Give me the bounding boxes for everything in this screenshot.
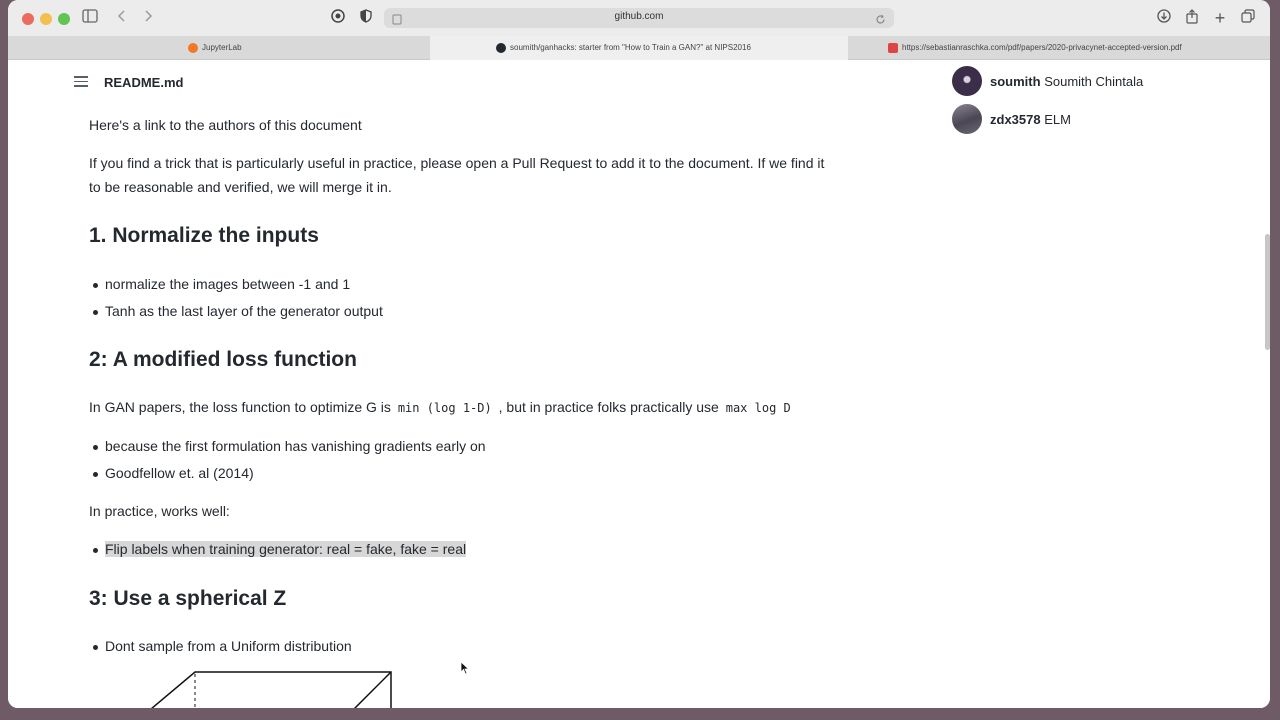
reload-icon[interactable]: [875, 12, 886, 24]
minimize-window-button[interactable]: [40, 13, 52, 25]
share-icon[interactable]: [1182, 9, 1202, 27]
browser-toolbar: github.com +: [8, 0, 1270, 36]
jupyter-icon: [188, 42, 198, 53]
address-bar[interactable]: github.com: [384, 8, 894, 28]
contributor-name: Soumith Chintala: [1044, 74, 1144, 89]
avatar: [952, 104, 982, 134]
tab-ganhacks[interactable]: soumith/ganhacks: starter from "How to T…: [430, 36, 848, 60]
sidebar-toggle-icon[interactable]: [80, 9, 100, 27]
shield-icon[interactable]: [356, 9, 376, 27]
downloads-icon[interactable]: [1154, 9, 1174, 27]
heading-spherical-z: 3: Use a spherical Z: [89, 587, 287, 610]
trick-paragraph-line1: If you find a trick that is particularly…: [89, 155, 825, 171]
loss-paragraph: In GAN papers, the loss function to opti…: [89, 395, 794, 420]
back-icon[interactable]: [112, 9, 132, 27]
authors-link-paragraph: Here's a link to the authors of this doc…: [89, 117, 362, 133]
list-item: normalize the images between -1 and 1: [92, 276, 351, 292]
tab-jupyterlab[interactable]: JupyterLab: [8, 36, 430, 60]
cube-figure: [151, 671, 392, 708]
pdf-icon: [888, 42, 898, 53]
trick-paragraph-line2: to be reasonable and verified, we will m…: [89, 179, 392, 195]
avatar: [952, 66, 982, 96]
browser-window: github.com + JupyterLab soumith/ganhacks…: [8, 0, 1270, 708]
list-item: Dont sample from a Uniform distribution: [93, 638, 352, 654]
readme-title: README.md: [104, 75, 184, 90]
zoom-window-button[interactable]: [58, 13, 70, 25]
scrollbar[interactable]: [1265, 234, 1270, 350]
mouse-cursor-icon: [460, 661, 470, 675]
code-max-log: max log D: [725, 401, 791, 415]
list-item: Goodfellow et. al (2014): [93, 465, 254, 481]
contributor-name: ELM: [1044, 112, 1071, 127]
list-item-highlighted: Flip labels when training generator: rea…: [92, 541, 467, 557]
list-item: because the first formulation has vanish…: [93, 438, 486, 454]
selected-text: Flip labels when training generator: rea…: [105, 541, 467, 557]
practice-paragraph: In practice, works well:: [89, 503, 230, 519]
tab-pdf[interactable]: https://sebastianraschka.com/pdf/papers/…: [848, 36, 1270, 60]
list-item: Tanh as the last layer of the generator …: [93, 303, 383, 319]
new-tab-icon[interactable]: +: [1210, 9, 1230, 27]
contributor-login: zdx3578: [990, 112, 1041, 127]
tab-overview-icon[interactable]: [1238, 9, 1258, 27]
heading-normalize-inputs: 1. Normalize the inputs: [89, 224, 319, 247]
close-window-button[interactable]: [22, 13, 34, 25]
url-text: github.com: [614, 11, 664, 22]
code-min-log: min (log 1-D): [397, 401, 492, 415]
forward-icon[interactable]: [138, 9, 158, 27]
table-of-contents-icon[interactable]: [74, 76, 88, 88]
contributor-login: soumith: [990, 74, 1041, 89]
github-icon: [496, 42, 506, 53]
tab-bar: JupyterLab soumith/ganhacks: starter fro…: [8, 36, 1270, 60]
privacy-report-icon[interactable]: [328, 9, 348, 27]
page-content: README.md soumith Soumith Chintala zdx35…: [8, 61, 1270, 708]
heading-modified-loss: 2: A modified loss function: [89, 348, 357, 371]
